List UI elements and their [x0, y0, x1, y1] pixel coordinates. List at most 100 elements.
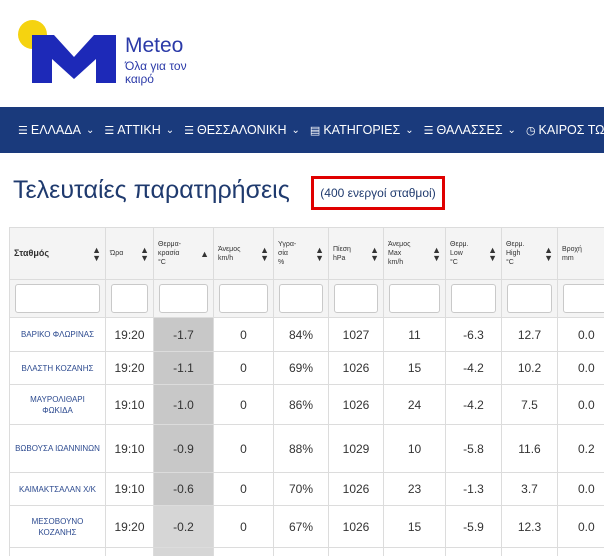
wind-cell: 0 [213, 384, 274, 425]
temp-high-cell: 3.7 [501, 472, 558, 506]
humidity-cell: 70% [273, 472, 329, 506]
table-row[interactable]: ΜΕΣΟΒΟΥΝΟ ΚΟΖΑΝΗΣ 19:20 -0.2 0 67% 1026 15 -5.9… [9, 505, 604, 548]
station-link[interactable]: ΠΕΡΤΟΥΛΙ [9, 547, 106, 556]
sort-icon[interactable]: ▲ ▼ [488, 245, 497, 262]
observations-table-container[interactable]: Σταθμός ▲ ▼ Ώρα ▲ ▼ Θερμα-κρασία °C ▲ Άνεμος km/h ▲… [9, 227, 604, 556]
sort-icon[interactable]: ▲ ▼ [544, 245, 553, 262]
wind-max-cell: 15 [383, 351, 446, 385]
temp-low-filter-input[interactable] [451, 284, 496, 313]
temp-high-cell: 10.2 [501, 351, 558, 385]
column-header[interactable]: Θερμ. High °C ▲ ▼ [501, 227, 558, 280]
column-header[interactable]: Σταθμός ▲ ▼ [9, 227, 106, 280]
sort-icon[interactable]: ▲ ▼ [260, 245, 269, 262]
temp-high-cell: 7.5 [501, 384, 558, 425]
wind-max-filter-input[interactable] [389, 284, 440, 313]
temp-high-cell: 12.7 [501, 317, 558, 352]
sort-ascending-icon[interactable]: ▲ [200, 249, 209, 258]
column-header[interactable]: Θερμ. Low °C ▲ ▼ [445, 227, 502, 280]
table-row[interactable]: ΒΩΒΟΥΣΑ ΙΩΑΝΝΙΝΩΝ 19:10 -0.9 0 88% 1029 10 -5.8… [9, 424, 604, 473]
station-filter-input[interactable] [15, 284, 100, 313]
temperature-cell: -1.1 [153, 351, 214, 385]
rain-filter-input[interactable] [563, 284, 604, 313]
wind-cell: 0 [213, 547, 274, 556]
sort-icon[interactable]: ▲ ▼ [140, 245, 149, 262]
temperature-filter-input[interactable] [159, 284, 208, 313]
time-filter-input[interactable] [111, 284, 148, 313]
table-body: ΒΑΡΙΚΟ ΦΛΩΡΙΝΑΣ 19:20 -1.7 0 84% 1027 11 -6.3 12… [9, 317, 604, 556]
nav-item-label: ΘΕΣΣΑΛΟΝΙΚΗ [197, 123, 287, 137]
filter-cell [273, 279, 329, 318]
time-cell: 19:10 [105, 424, 154, 473]
temp-high-cell: 8.4 [501, 547, 558, 556]
column-header[interactable]: Πίεση hPa ▲ ▼ [328, 227, 384, 280]
nav-item-greece[interactable]: ☰ ΕΛΛΑΔΑ ⌄ [18, 123, 94, 137]
column-header[interactable]: Θερμα-κρασία °C ▲ [153, 227, 214, 280]
column-header-label: Υγρα-σία% [278, 241, 297, 266]
pressure-cell: 1026 [328, 351, 384, 385]
wind-max-cell: 15 [383, 505, 446, 548]
pressure-filter-input[interactable] [334, 284, 378, 313]
temp-high-filter-input[interactable] [507, 284, 552, 313]
time-cell: 19:20 [105, 317, 154, 352]
rain-cell: 0.2 [557, 424, 604, 473]
temp-low-cell: -6.3 [445, 317, 502, 352]
wind-cell: 0 [213, 505, 274, 548]
table-row[interactable]: ΚΑΙΜΑΚΤΣΑΛΑΝ Χ/Κ 19:10 -0.6 0 70% 1026 23 -1.3 3… [9, 472, 604, 506]
station-link[interactable]: ΜΑΥΡΟΛΙΘΑΡΙ ΦΩΚΙΔΑ [9, 384, 106, 425]
temp-low-cell: -4.2 [445, 384, 502, 425]
table-row[interactable]: ΜΑΥΡΟΛΙΘΑΡΙ ΦΩΚΙΔΑ 19:10 -1.0 0 86% 1026 24 -4.… [9, 384, 604, 425]
humidity-filter-input[interactable] [279, 284, 323, 313]
rain-cell: 0.0 [557, 384, 604, 425]
sort-icon[interactable]: ▲ ▼ [432, 245, 441, 262]
column-header[interactable]: Άνεμος Max km/h ▲ ▼ [383, 227, 446, 280]
nav-item-label: ΚΑΙΡΟΣ ΤΩΡΑ [538, 123, 604, 137]
column-header[interactable]: Υγρα-σία% ▲ ▼ [273, 227, 329, 280]
sort-icon[interactable]: ▲ ▼ [370, 245, 379, 262]
wind-max-cell: 24 [383, 384, 446, 425]
nav-item-weather-now[interactable]: ◷ ΚΑΙΡΟΣ ΤΩΡΑ ⌄ [526, 123, 604, 137]
humidity-cell: 88% [273, 424, 329, 473]
temperature-cell: 0.4 [153, 547, 214, 556]
logo-m-icon[interactable] [32, 35, 116, 83]
column-header-label: Άνεμος Max km/h [388, 241, 411, 266]
nav-item-seas[interactable]: ☰ ΘΑΛΑΣΣΕΣ ⌄ [424, 123, 516, 137]
brand-subtitle: Όλα για τον καιρό [125, 59, 187, 86]
station-link[interactable]: ΒΛΑΣΤΗ ΚΟΖΑΝΗΣ [9, 351, 106, 385]
station-link[interactable]: ΒΩΒΟΥΣΑ ΙΩΑΝΝΙΝΩΝ [9, 424, 106, 473]
sort-icon[interactable]: ▲ ▼ [315, 245, 324, 262]
temperature-cell: -0.2 [153, 505, 214, 548]
brand-title[interactable]: Meteo [125, 34, 183, 58]
humidity-cell: 86% [273, 384, 329, 425]
table-row[interactable]: ΒΛΑΣΤΗ ΚΟΖΑΝΗΣ 19:20 -1.1 0 69% 1026 15 -4.2 10.… [9, 351, 604, 385]
temp-low-cell: -5.9 [445, 505, 502, 548]
wind-cell: 0 [213, 317, 274, 352]
temp-high-cell: 12.3 [501, 505, 558, 548]
column-header-label: Θερμ. Low °C [450, 241, 469, 266]
station-link[interactable]: ΒΑΡΙΚΟ ΦΛΩΡΙΝΑΣ [9, 317, 106, 352]
wind-max-cell: 23 [383, 472, 446, 506]
humidity-cell: 69% [273, 351, 329, 385]
temp-low-cell: -2.2 [445, 547, 502, 556]
nav-item-attica[interactable]: ☰ ΑΤΤΙΚΗ ⌄ [104, 123, 174, 137]
site-header: Meteo Όλα για τον καιρό [0, 0, 604, 107]
wind-filter-input[interactable] [219, 284, 268, 313]
chevron-down-icon: ⌄ [85, 124, 95, 136]
column-header[interactable]: Άνεμος km/h ▲ ▼ [213, 227, 274, 280]
nav-item-thessaloniki[interactable]: ☰ ΘΕΣΣΑΛΟΝΙΚΗ ⌄ [184, 123, 300, 137]
filter-cell [445, 279, 502, 318]
filter-cell [105, 279, 154, 318]
active-stations-highlight: (400 ενεργοί σταθμοί) [311, 176, 445, 210]
column-header[interactable]: Ώρα ▲ ▼ [105, 227, 154, 280]
table-row[interactable]: ΠΕΡΤΟΥΛΙ19:200.4071%102521-2.28.40.0 [9, 547, 604, 556]
table-row[interactable]: ΒΑΡΙΚΟ ΦΛΩΡΙΝΑΣ 19:20 -1.7 0 84% 1027 11 -6.3 12… [9, 317, 604, 352]
page-title: Τελευταίες παρατηρήσεις [13, 176, 290, 204]
station-link[interactable]: ΜΕΣΟΒΟΥΝΟ ΚΟΖΑΝΗΣ [9, 505, 106, 548]
wind-cell: 0 [213, 424, 274, 473]
column-header[interactable]: Βροχήmm▲▼ [557, 227, 604, 280]
temperature-cell: -1.0 [153, 384, 214, 425]
wind-max-cell: 10 [383, 424, 446, 473]
nav-item-categories[interactable]: ▤ ΚΑΤΗΓΟΡΙΕΣ ⌄ [310, 123, 414, 137]
filter-cell [557, 279, 604, 318]
sort-icon[interactable]: ▲ ▼ [92, 245, 101, 262]
station-link[interactable]: ΚΑΙΜΑΚΤΣΑΛΑΝ Χ/Κ [9, 472, 106, 506]
